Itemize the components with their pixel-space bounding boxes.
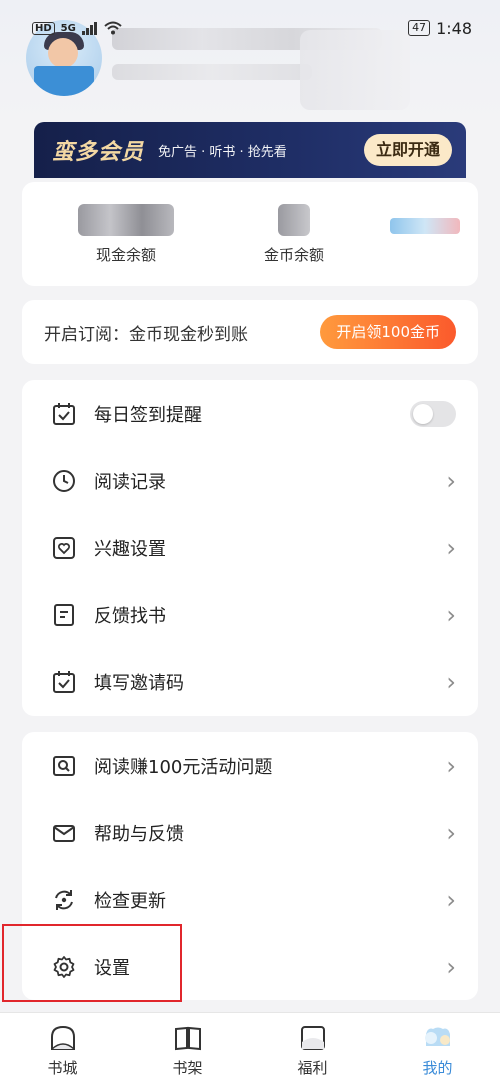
bottom-tab-bar: 书城 书架 福利 我的: [0, 1012, 500, 1084]
search-doc-icon: [50, 752, 78, 780]
gift-icon: [298, 1023, 328, 1053]
chevron-right-icon: ›: [446, 600, 456, 629]
avatar-book: [34, 66, 94, 96]
signal-label: 5G: [60, 22, 76, 34]
subscribe-button[interactable]: 开启领100金币: [320, 315, 456, 349]
tab-bookstore[interactable]: 书城: [13, 1023, 113, 1078]
tab-welfare[interactable]: 福利: [263, 1023, 363, 1078]
tab-label: 我的: [422, 1059, 453, 1077]
menu-item-activity-faq[interactable]: 阅读赚100元活动问题 ›: [22, 732, 478, 799]
vip-banner[interactable]: 蛮多会员 免广告 · 听书 · 抢先看 立即开通: [34, 122, 466, 178]
menu-label: 阅读记录: [94, 471, 166, 493]
menu-item-reading-history[interactable]: 阅读记录 ›: [22, 447, 478, 514]
profile-icon: [423, 1023, 453, 1053]
mail-icon: [50, 819, 78, 847]
menu-group-1: 每日签到提醒 阅读记录 › 兴趣设置 › 反馈找书 › 填写邀请码 ›: [22, 380, 478, 716]
tab-bookshelf[interactable]: 书架: [138, 1023, 238, 1078]
vip-open-button[interactable]: 立即开通: [363, 134, 452, 166]
chevron-right-icon: ›: [446, 667, 456, 696]
status-bar: HD 5G 47 1:48: [0, 0, 500, 56]
chevron-right-icon: ›: [446, 818, 456, 847]
menu-label: 帮助与反馈: [94, 823, 184, 845]
menu-label: 反馈找书: [94, 605, 166, 627]
document-icon: [50, 601, 78, 629]
refresh-icon: [50, 886, 78, 914]
chevron-right-icon: ›: [446, 751, 456, 780]
hd-badge: HD: [32, 21, 55, 35]
signin-reminder-toggle[interactable]: [410, 400, 456, 427]
menu-item-help-feedback[interactable]: 帮助与反馈 ›: [22, 799, 478, 866]
battery-icon: 47: [408, 20, 431, 36]
toggle-knob: [413, 403, 433, 424]
chevron-right-icon: ›: [446, 533, 456, 562]
tab-label: 福利: [297, 1059, 328, 1077]
calendar-check-icon: [50, 400, 78, 428]
tab-label: 书城: [47, 1059, 78, 1077]
chevron-right-icon: ›: [446, 466, 456, 495]
signal-icon: [81, 22, 97, 35]
store-icon: [48, 1023, 78, 1053]
bookshelf-icon: [173, 1023, 203, 1053]
menu-item-check-update[interactable]: 检查更新 ›: [22, 866, 478, 933]
subscribe-text: 开启订阅：金币现金秒到账: [44, 324, 248, 345]
menu-item-interest-settings[interactable]: 兴趣设置 ›: [22, 514, 478, 581]
cash-balance-value-blurred: [78, 204, 174, 236]
coin-balance-value-blurred: [278, 204, 310, 236]
menu-item-daily-signin[interactable]: 每日签到提醒: [22, 380, 478, 447]
tab-label: 书架: [172, 1059, 203, 1077]
coin-balance[interactable]: 金币余额: [234, 204, 354, 265]
menu-label: 填写邀请码: [94, 672, 184, 694]
calendar-check-icon: [50, 668, 78, 696]
invite-code-blurred: [112, 64, 312, 80]
heart-icon: [50, 534, 78, 562]
tab-mine[interactable]: 我的: [388, 1023, 488, 1078]
chevron-right-icon: ›: [446, 952, 456, 981]
chevron-right-icon: ›: [446, 885, 456, 914]
menu-label: 每日签到提醒: [94, 404, 202, 426]
menu-label: 阅读赚100元活动问题: [94, 756, 273, 778]
menu-label: 检查更新: [94, 890, 166, 912]
cash-balance-label: 现金余额: [95, 246, 156, 264]
clock-icon: [50, 467, 78, 495]
vip-title: 蛮多会员: [52, 140, 145, 165]
menu-item-feedback-find-book[interactable]: 反馈找书 ›: [22, 581, 478, 648]
balance-card: 现金余额 金币余额: [22, 182, 478, 286]
cash-balance[interactable]: 现金余额: [56, 204, 196, 265]
settings-highlight-box: [2, 924, 182, 1002]
subscribe-card: 开启订阅：金币现金秒到账 开启领100金币: [22, 300, 478, 364]
menu-label: 兴趣设置: [94, 538, 166, 560]
wifi-icon: [104, 21, 122, 35]
vip-subtitle: 免广告 · 听书 · 抢先看: [158, 144, 287, 160]
menu-item-invite-code[interactable]: 填写邀请码 ›: [22, 648, 478, 715]
third-balance-blurred[interactable]: [390, 218, 460, 234]
clock-time: 1:48: [436, 18, 472, 38]
coin-balance-label: 金币余额: [263, 246, 324, 264]
